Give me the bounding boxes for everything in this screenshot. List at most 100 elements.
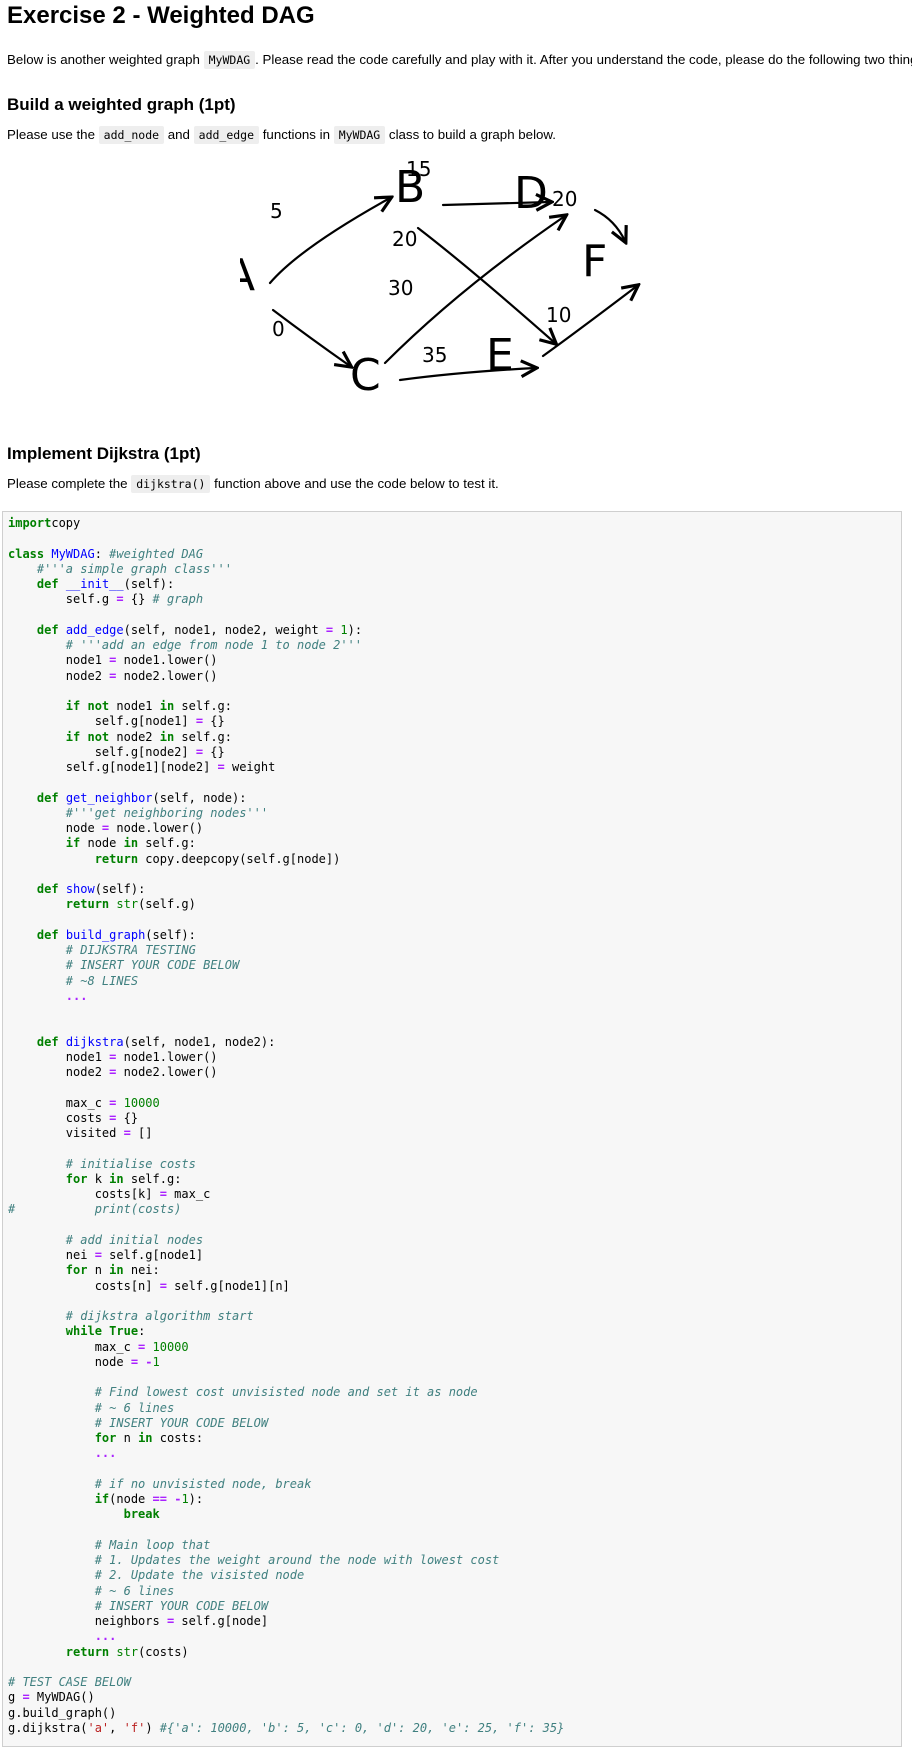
edge-a-b <box>268 198 390 285</box>
code-line: # initialise costs <box>65 1156 196 1171</box>
code-line: nei = self.g[node1] <box>8 1248 204 1262</box>
code-cell[interactable]: importcopy class MyWDAG: #weighted DAG #… <box>2 511 902 1747</box>
node-label: E <box>486 330 514 381</box>
intro-paragraph: Below is another weighted graph MyWDAG. … <box>7 51 912 69</box>
code-line: return str(self.g) <box>65 897 196 912</box>
code-line: # add initial nodes <box>65 1232 204 1247</box>
code-line: for n in nei: <box>65 1263 160 1278</box>
edge-weight-label: 0 <box>272 317 285 341</box>
code-line: class MyWDAG: #weighted DAG <box>8 546 204 561</box>
code-line: # ~ 6 lines <box>94 1583 175 1598</box>
code-line: max_c = 10000 <box>8 1339 189 1354</box>
code-line: # 2. Update the visisted node <box>94 1568 305 1583</box>
inline-code: add_node <box>98 126 165 144</box>
weighted-graph-drawing: A B C D E F 5 0 15 20 30 35 20 10 <box>240 158 680 401</box>
code-line: # ~ 6 lines <box>94 1400 175 1415</box>
edge-weight-label: 15 <box>406 158 431 181</box>
code-line: # TEST CASE BELOW <box>8 1675 131 1689</box>
code-line: costs = {} <box>8 1110 139 1125</box>
paragraph-text: class to build a graph below. <box>385 127 556 142</box>
code-line: def dijkstra(self, node1, node2): <box>36 1034 276 1049</box>
code-line: ... <box>65 988 88 1003</box>
inline-code: MyWDAG <box>203 51 256 69</box>
code-line: importcopy <box>8 516 81 530</box>
edge-b-e <box>416 226 555 343</box>
code-line: return str(costs) <box>65 1644 189 1659</box>
code-line: #'''a simple graph class''' <box>36 561 232 576</box>
edge-weight-label: 5 <box>270 199 283 223</box>
edge-weight-label: 20 <box>552 187 577 211</box>
code-line: if node in self.g: <box>65 836 196 851</box>
code-line: if not node1 in self.g: <box>65 699 232 713</box>
paragraph-text: Please complete the <box>7 476 132 491</box>
code-line: break <box>123 1507 160 1522</box>
code-line: # print(costs) <box>8 1202 182 1217</box>
code-line: ... <box>94 1629 117 1644</box>
code-line: while True: <box>65 1324 146 1339</box>
code-line: # INSERT YOUR CODE BELOW <box>65 958 240 973</box>
code-line: node = -1 <box>8 1354 160 1369</box>
code-line: def build_graph(self): <box>36 927 196 942</box>
code-block: importcopy class MyWDAG: #weighted DAG #… <box>3 512 901 1736</box>
code-line: # Main loop that <box>94 1537 211 1552</box>
code-line: # DIJKSTRA TESTING <box>65 943 196 957</box>
code-line: neighbors = self.g[node] <box>8 1614 269 1628</box>
code-line: if(node == -1): <box>94 1492 204 1506</box>
code-line: self.g[node1][node2] = weight <box>8 760 276 774</box>
code-line: # dijkstra algorithm start <box>65 1309 254 1323</box>
edge-weight-label: 30 <box>388 276 413 300</box>
code-line: node2 = node2.lower() <box>8 668 218 683</box>
code-line: node = node.lower() <box>8 821 204 835</box>
code-line: visited = [] <box>8 1126 153 1140</box>
code-line: self.g[node2] = {} <box>8 744 225 759</box>
edge-weight-label: 35 <box>422 343 447 367</box>
code-line: self.g[node1] = {} <box>8 714 225 729</box>
paragraph-text: function above and use the code below to… <box>210 476 499 491</box>
code-line: for n in costs: <box>94 1431 204 1445</box>
code-line: def show(self): <box>36 882 146 896</box>
code-line: node2 = node2.lower() <box>8 1065 218 1079</box>
intro-text: Below is another weighted graph <box>7 52 204 67</box>
code-line: def add_edge(self, node1, node2, weight … <box>36 622 363 637</box>
code-line: ... <box>94 1446 117 1461</box>
code-line: g.build_graph() <box>8 1705 117 1720</box>
code-line: # if no unvisisted node, break <box>94 1476 312 1491</box>
inline-code: MyWDAG <box>333 126 386 144</box>
code-line: self.g = {} # graph <box>8 592 204 607</box>
code-line: # 1. Updates the weight around the node … <box>94 1553 500 1567</box>
inline-code: dijkstra() <box>131 475 211 493</box>
edge-c-e <box>398 368 535 382</box>
code-line: def __init__(self): <box>36 577 175 591</box>
paragraph-text: Please use the <box>7 127 99 142</box>
code-line: g = MyWDAG() <box>8 1690 95 1705</box>
edge-weight-label: 10 <box>546 303 571 327</box>
code-line: g.dijkstra('a', 'f') #{'a': 10000, 'b': … <box>8 1720 565 1735</box>
inline-code: add_edge <box>193 126 260 144</box>
paragraph-text: functions in <box>259 127 334 142</box>
code-line: # '''add an edge from node 1 to node 2''… <box>65 638 363 652</box>
code-line: # Find lowest cost unvisisted node and s… <box>94 1385 478 1400</box>
code-line: return copy.deepcopy(self.g[node]) <box>94 851 341 866</box>
node-label: C <box>350 350 381 401</box>
code-line: max_c = 10000 <box>8 1095 160 1110</box>
section-heading-build-graph: Build a weighted graph (1pt) <box>7 95 236 114</box>
code-line: #'''get neighboring nodes''' <box>65 805 269 820</box>
code-line: def get_neighbor(self, node): <box>36 790 247 805</box>
code-line: # INSERT YOUR CODE BELOW <box>94 1598 269 1613</box>
code-line: for k in self.g: <box>65 1171 182 1186</box>
edge-weight-label: 20 <box>392 227 417 251</box>
code-line: costs[n] = self.g[node1][n] <box>8 1278 290 1293</box>
code-line: # INSERT YOUR CODE BELOW <box>94 1415 269 1430</box>
code-line: if not node2 in self.g: <box>65 729 232 744</box>
paragraph-text: and <box>164 127 194 142</box>
build-graph-paragraph: Please use the add_node and add_edge fun… <box>7 126 556 144</box>
code-line: node1 = node1.lower() <box>8 1049 218 1064</box>
code-line: # ~8 LINES <box>65 973 139 988</box>
intro-text: . Please read the code carefully and pla… <box>255 52 912 67</box>
code-line: costs[k] = max_c <box>8 1187 211 1201</box>
section-heading-dijkstra: Implement Dijkstra (1pt) <box>7 444 201 463</box>
dijkstra-paragraph: Please complete the dijkstra() function … <box>7 475 499 493</box>
node-label: F <box>582 236 607 287</box>
page-title: Exercise 2 - Weighted DAG <box>7 2 315 29</box>
code-line: node1 = node1.lower() <box>8 653 218 668</box>
